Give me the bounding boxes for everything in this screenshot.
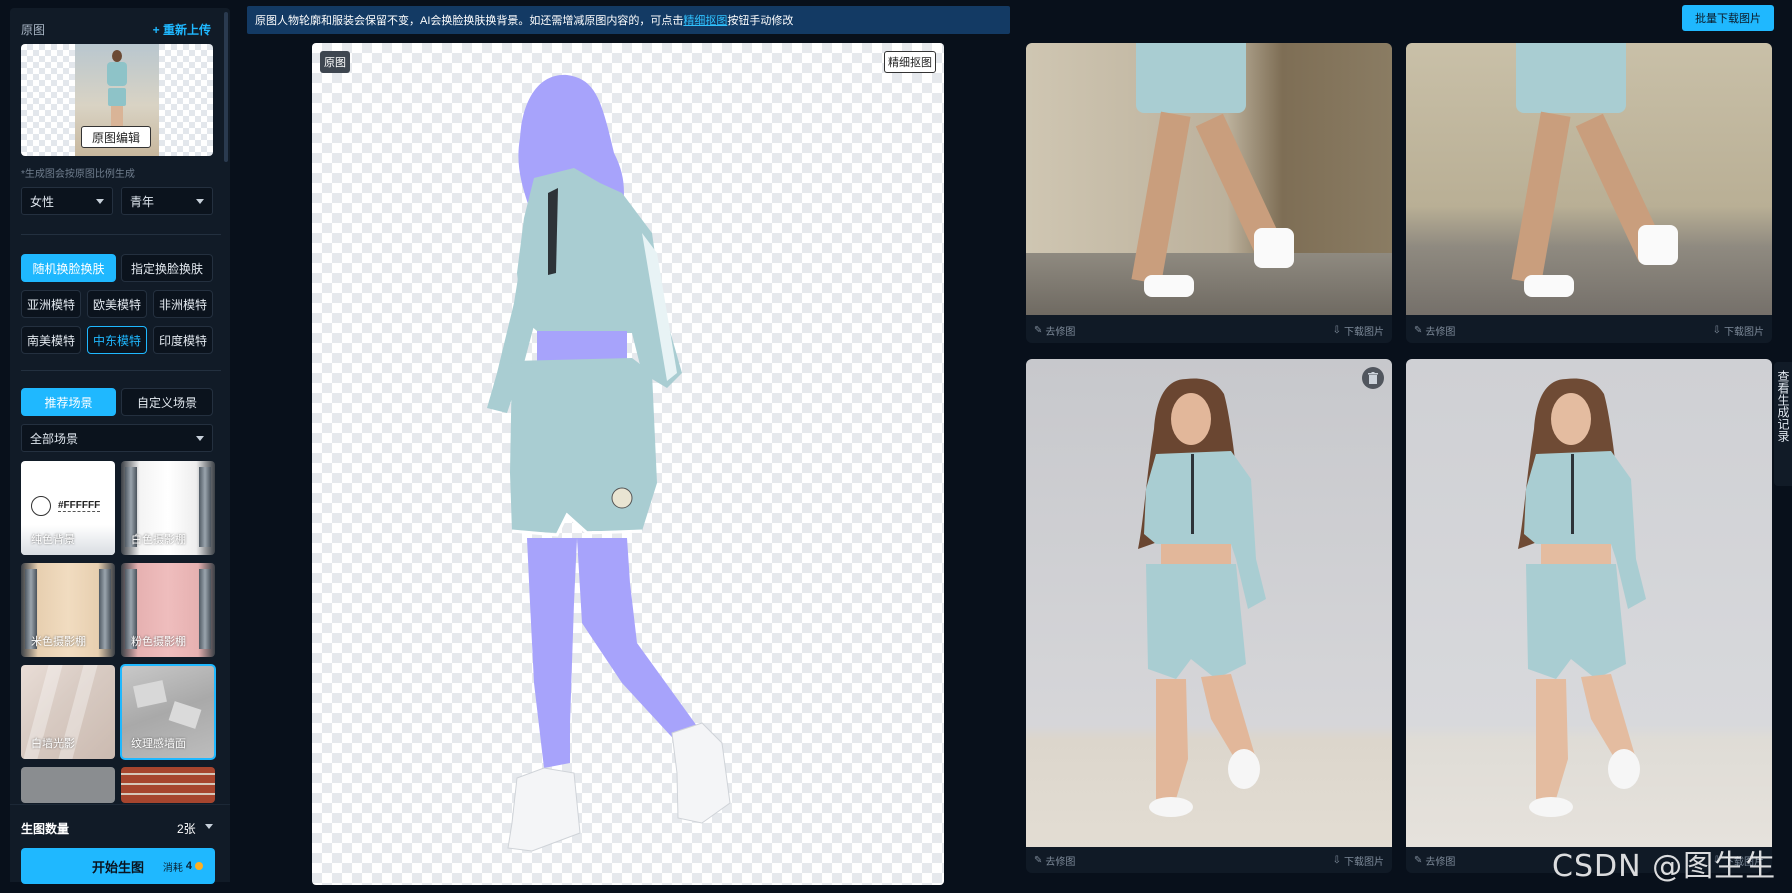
download-icon: ⇩ xyxy=(1712,324,1721,336)
scene-solid-color[interactable]: #FFFFFF 纯色背景 xyxy=(21,461,115,555)
cost-badge: 消耗 4 xyxy=(163,859,203,874)
result-card[interactable]: ✎ 去修图 ⇩ 下载图片 xyxy=(1406,43,1772,343)
card-footer: ✎ 去修图 ⇩ 下载图片 xyxy=(1026,317,1392,343)
model-south-american[interactable]: 南美模特 xyxy=(21,326,81,354)
origin-thumbnail[interactable]: 原图编辑 xyxy=(21,44,213,156)
model-middle-eastern[interactable]: 中东模特 xyxy=(87,326,147,354)
fine-cutout-link[interactable]: 精细抠图 xyxy=(683,12,727,28)
card-footer: ✎ 去修图 ⇩ 下载图片 xyxy=(1406,317,1772,343)
scene-textured-wall[interactable]: 纹理感墙面 xyxy=(120,664,216,760)
scene-brick[interactable] xyxy=(121,767,215,803)
reupload-link[interactable]: + 重新上传 xyxy=(153,21,211,38)
result-card[interactable]: ✎ 去修图 ⇩ 下载图片 xyxy=(1026,359,1392,873)
scene-label: 白色摄影棚 xyxy=(131,534,186,546)
download-button[interactable]: ⇩ 下载图片 xyxy=(1333,323,1384,338)
scene-white-studio[interactable]: 白色摄影棚 xyxy=(121,461,215,555)
chevron-down-icon xyxy=(196,435,204,441)
scene-beige-studio[interactable]: 米色摄影棚 xyxy=(21,563,115,657)
scene-filter-value: 全部场景 xyxy=(30,431,79,446)
chevron-down-icon[interactable] xyxy=(205,824,213,829)
count-label: 生图数量 xyxy=(21,822,70,836)
color-swatch-icon xyxy=(31,496,51,516)
origin-title: 原图 xyxy=(21,23,46,37)
result-image[interactable] xyxy=(1406,43,1772,315)
retouch-button[interactable]: ✎ 去修图 xyxy=(1414,323,1455,338)
chevron-down-icon xyxy=(96,198,104,204)
original-tag: 原图 xyxy=(320,51,350,73)
result-image[interactable] xyxy=(1026,359,1392,847)
result-card[interactable]: ✎ 去修图 ⇩ 下载图片 xyxy=(1026,43,1392,343)
notice-text-end: 按钮手动修改 xyxy=(727,15,794,27)
age-select[interactable]: 青年 xyxy=(121,187,213,215)
model-indian[interactable]: 印度模特 xyxy=(153,326,213,354)
model-cutout-figure xyxy=(487,74,731,852)
scene-filter-select[interactable]: 全部场景 xyxy=(21,424,213,452)
bottom-bar: 生图数量 2张 开始生图 消耗 4 xyxy=(10,804,230,884)
edit-icon: ✎ xyxy=(1414,324,1423,336)
swatch-hex: #FFFFFF xyxy=(58,500,101,512)
tab-custom-scenes[interactable]: 自定义场景 xyxy=(121,388,213,416)
model-western[interactable]: 欧美模特 xyxy=(87,290,147,318)
download-button[interactable]: ⇩ 下载图片 xyxy=(1333,853,1384,868)
divider xyxy=(21,370,221,371)
result-image[interactable] xyxy=(1406,359,1772,847)
panel-scrollbar[interactable] xyxy=(224,12,228,162)
notice-bar: 原图人物轮廓和服装会保留不变，AI会换脸换肤换背景。如还需增减原图内容的，可点击… xyxy=(247,6,1010,34)
scene-concrete[interactable] xyxy=(21,767,115,803)
age-value: 青年 xyxy=(130,194,155,209)
generation-history-tab[interactable]: 查看生成记录 xyxy=(1774,362,1792,486)
tab-specified-face[interactable]: 指定换脸换肤 xyxy=(121,254,213,282)
scene-label: 白墙光影 xyxy=(31,738,75,750)
divider xyxy=(21,234,221,235)
trash-icon[interactable] xyxy=(1362,367,1384,389)
coin-icon xyxy=(195,862,203,870)
scene-label: 米色摄影棚 xyxy=(31,636,86,648)
model-african[interactable]: 非洲模特 xyxy=(153,290,213,318)
result-image[interactable] xyxy=(1026,43,1392,315)
fine-cutout-button[interactable]: 精细抠图 xyxy=(884,51,936,73)
count-select[interactable]: 2张 xyxy=(177,820,196,837)
scene-white-wall-light[interactable]: 白墙光影 xyxy=(21,665,115,759)
gender-value: 女性 xyxy=(30,194,55,209)
edit-icon: ✎ xyxy=(1414,854,1423,866)
scene-label: 粉色摄影棚 xyxy=(131,636,186,648)
start-label: 开始生图 xyxy=(91,859,144,875)
gender-select[interactable]: 女性 xyxy=(21,187,113,215)
edit-icon: ✎ xyxy=(1034,324,1043,336)
watermark: CSDN @图生生 xyxy=(1552,849,1777,884)
origin-header: 原图 + 重新上传 xyxy=(21,21,211,38)
edit-original-button[interactable]: 原图编辑 xyxy=(81,126,151,148)
retouch-button[interactable]: ✎ 去修图 xyxy=(1034,323,1075,338)
cutout-canvas[interactable]: 原图 精细抠图 xyxy=(312,43,944,885)
card-footer: ✎ 去修图 ⇩ 下载图片 xyxy=(1026,847,1392,873)
batch-download-button[interactable]: 批量下载图片 xyxy=(1682,5,1774,31)
model-asian[interactable]: 亚洲模特 xyxy=(21,290,81,318)
model-figure xyxy=(1138,378,1266,817)
download-button[interactable]: ⇩ 下载图片 xyxy=(1713,323,1764,338)
tab-recommended-scenes[interactable]: 推荐场景 xyxy=(21,388,116,416)
tab-random-face[interactable]: 随机换脸换肤 xyxy=(21,254,116,282)
edit-icon: ✎ xyxy=(1034,854,1043,866)
scene-pink-studio[interactable]: 粉色摄影棚 xyxy=(121,563,215,657)
chevron-down-icon xyxy=(196,198,204,204)
model-figure xyxy=(1518,378,1646,817)
notice-text: 原图人物轮廓和服装会保留不变，AI会换脸换肤换背景。如还需增减原图内容的，可点击 xyxy=(255,15,684,27)
download-icon: ⇩ xyxy=(1332,854,1341,866)
left-panel: 原图 + 重新上传 原图编辑 *生成图会按原图比例生成 女性 青年 随机换脸换肤… xyxy=(10,8,230,884)
start-generate-button[interactable]: 开始生图 消耗 4 xyxy=(21,848,215,884)
scene-label: 纯色背景 xyxy=(31,534,75,546)
result-card[interactable]: ✎ 去修图 ⇩ 下载图片 xyxy=(1406,359,1772,873)
retouch-button[interactable]: ✎ 去修图 xyxy=(1034,853,1075,868)
ratio-note: *生成图会按原图比例生成 xyxy=(21,169,135,180)
retouch-button[interactable]: ✎ 去修图 xyxy=(1414,853,1455,868)
scene-label: 纹理感墙面 xyxy=(131,738,186,750)
download-icon: ⇩ xyxy=(1332,324,1341,336)
